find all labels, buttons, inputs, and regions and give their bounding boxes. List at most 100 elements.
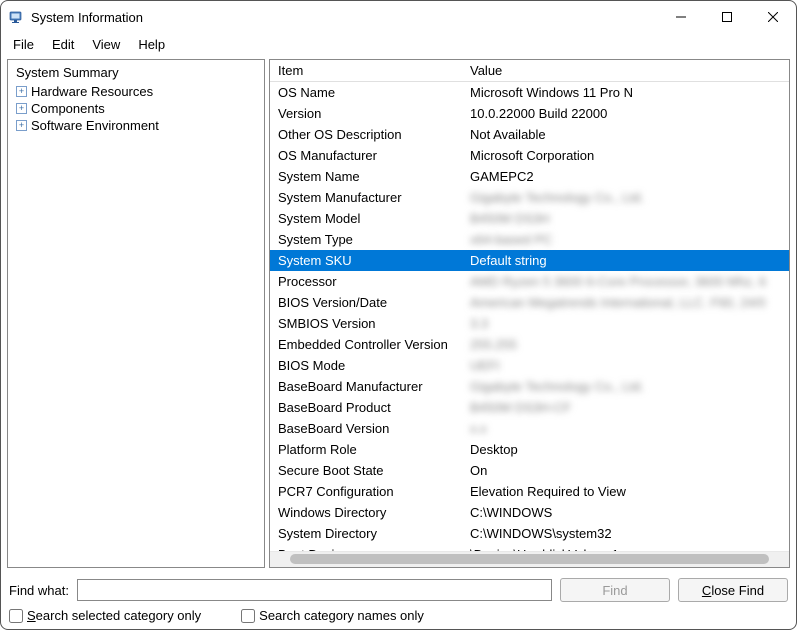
table-row[interactable]: BaseBoard ManufacturerGigabyte Technolog… (270, 376, 789, 397)
row-value: 255.255 (462, 334, 789, 355)
menu-edit[interactable]: Edit (44, 35, 82, 54)
row-value: Microsoft Corporation (462, 145, 789, 166)
table-row[interactable]: System ManufacturerGigabyte Technology C… (270, 187, 789, 208)
row-item: Processor (270, 271, 462, 292)
column-header-value[interactable]: Value (462, 60, 789, 81)
detail-list[interactable]: Item Value OS NameMicrosoft Windows 11 P… (270, 60, 789, 551)
search-category-names-checkbox[interactable]: Search category names only (241, 608, 424, 623)
table-row[interactable]: Windows DirectoryC:\WINDOWS (270, 502, 789, 523)
table-row[interactable]: BaseBoard ProductB450M DS3H-CF (270, 397, 789, 418)
row-item: BaseBoard Version (270, 418, 462, 439)
tree-node-label: Components (31, 101, 105, 116)
row-item: System SKU (270, 250, 462, 271)
table-row[interactable]: SMBIOS Version3.3 (270, 313, 789, 334)
plus-icon[interactable]: + (16, 86, 27, 97)
plus-icon[interactable]: + (16, 120, 27, 131)
table-row[interactable]: Boot Device\Device\HarddiskVolume1 (270, 544, 789, 551)
search-selected-category-input[interactable] (9, 609, 23, 623)
horizontal-scrollbar[interactable] (270, 551, 789, 567)
table-row[interactable]: PCR7 ConfigurationElevation Required to … (270, 481, 789, 502)
category-tree[interactable]: System Summary + Hardware Resources + Compo… (8, 60, 264, 138)
close-find-button[interactable]: Close Find (678, 578, 788, 602)
table-row[interactable]: OS ManufacturerMicrosoft Corporation (270, 145, 789, 166)
find-label: Find what: (9, 583, 69, 598)
tree-node[interactable]: + Components (16, 100, 258, 117)
row-value: Not Available (462, 124, 789, 145)
table-row[interactable]: Version10.0.22000 Build 22000 (270, 103, 789, 124)
row-value: x.x (462, 418, 789, 439)
row-item: Version (270, 103, 462, 124)
maximize-button[interactable] (704, 1, 750, 33)
row-value: UEFI (462, 355, 789, 376)
row-item: System Name (270, 166, 462, 187)
close-button[interactable] (750, 1, 796, 33)
table-row[interactable]: System DirectoryC:\WINDOWS\system32 (270, 523, 789, 544)
table-row[interactable]: BaseBoard Versionx.x (270, 418, 789, 439)
search-selected-category-checkbox[interactable]: Search selected category only (9, 608, 201, 623)
find-button[interactable]: Find (560, 578, 670, 602)
row-value: B450M DS3H (462, 208, 789, 229)
column-header-item[interactable]: Item (270, 60, 462, 81)
content-area: System Summary + Hardware Resources + Compo… (1, 55, 796, 572)
tree-node[interactable]: + Hardware Resources (16, 83, 258, 100)
row-item: System Model (270, 208, 462, 229)
system-information-window: System Information File Edit View Help S… (0, 0, 797, 630)
menubar: File Edit View Help (1, 33, 796, 55)
table-row[interactable]: OS NameMicrosoft Windows 11 Pro N (270, 82, 789, 103)
row-item: BaseBoard Product (270, 397, 462, 418)
find-input[interactable] (77, 579, 552, 601)
row-value: Default string (462, 250, 789, 271)
table-row[interactable]: Secure Boot StateOn (270, 460, 789, 481)
table-row[interactable]: Embedded Controller Version255.255 (270, 334, 789, 355)
menu-file[interactable]: File (5, 35, 42, 54)
row-item: SMBIOS Version (270, 313, 462, 334)
row-item: System Directory (270, 523, 462, 544)
row-item: Secure Boot State (270, 460, 462, 481)
row-item: OS Manufacturer (270, 145, 462, 166)
table-row[interactable]: BIOS ModeUEFI (270, 355, 789, 376)
table-row[interactable]: Other OS DescriptionNot Available (270, 124, 789, 145)
row-value: Gigabyte Technology Co., Ltd. (462, 376, 789, 397)
row-item: Boot Device (270, 544, 462, 551)
row-item: Windows Directory (270, 502, 462, 523)
row-item: BIOS Mode (270, 355, 462, 376)
table-row[interactable]: System ModelB450M DS3H (270, 208, 789, 229)
row-value: x64-based PC (462, 229, 789, 250)
table-row[interactable]: Platform RoleDesktop (270, 439, 789, 460)
table-row[interactable]: BIOS Version/DateAmerican Megatrends Int… (270, 292, 789, 313)
app-icon (9, 9, 25, 25)
row-item: BIOS Version/Date (270, 292, 462, 313)
window-controls (658, 1, 796, 33)
plus-icon[interactable]: + (16, 103, 27, 114)
titlebar: System Information (1, 1, 796, 33)
row-value: 3.3 (462, 313, 789, 334)
detail-header: Item Value (270, 60, 789, 82)
tree-node-label: Hardware Resources (31, 84, 153, 99)
detail-panel: Item Value OS NameMicrosoft Windows 11 P… (269, 59, 790, 568)
tree-node-label: Software Environment (31, 118, 159, 133)
minimize-button[interactable] (658, 1, 704, 33)
table-row[interactable]: System Typex64-based PC (270, 229, 789, 250)
table-row[interactable]: ProcessorAMD Ryzen 5 3600 6-Core Process… (270, 271, 789, 292)
row-value: \Device\HarddiskVolume1 (462, 544, 789, 551)
find-bar: Find what: Find Close Find Search select… (1, 572, 796, 629)
search-category-names-input[interactable] (241, 609, 255, 623)
tree-root-system-summary[interactable]: System Summary (14, 64, 258, 81)
row-item: BaseBoard Manufacturer (270, 376, 462, 397)
menu-help[interactable]: Help (130, 35, 173, 54)
row-value: Desktop (462, 439, 789, 460)
table-row[interactable]: System NameGAMEPC2 (270, 166, 789, 187)
tree-node[interactable]: + Software Environment (16, 117, 258, 134)
row-item: System Manufacturer (270, 187, 462, 208)
row-value: C:\WINDOWS (462, 502, 789, 523)
menu-view[interactable]: View (84, 35, 128, 54)
row-value: Microsoft Windows 11 Pro N (462, 82, 789, 103)
row-value: AMD Ryzen 5 3600 6-Core Processor, 3600 … (462, 271, 789, 292)
row-value: Gigabyte Technology Co., Ltd. (462, 187, 789, 208)
row-value: 10.0.22000 Build 22000 (462, 103, 789, 124)
search-category-names-label: Search category names only (259, 608, 424, 623)
row-value: GAMEPC2 (462, 166, 789, 187)
row-value: C:\WINDOWS\system32 (462, 523, 789, 544)
table-row[interactable]: System SKUDefault string (270, 250, 789, 271)
category-tree-panel: System Summary + Hardware Resources + Compo… (7, 59, 265, 568)
